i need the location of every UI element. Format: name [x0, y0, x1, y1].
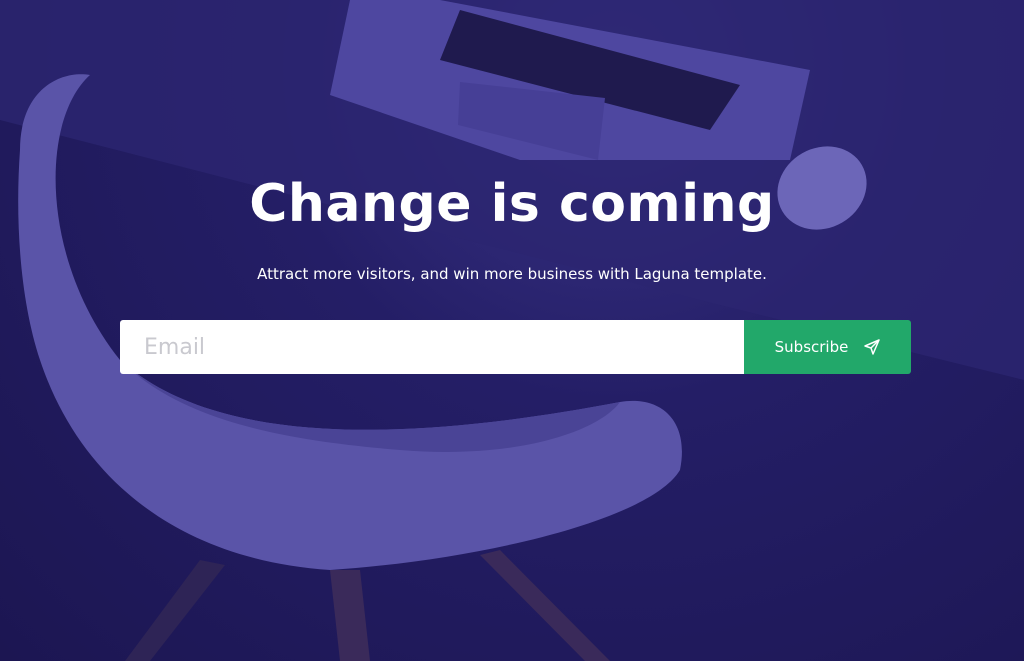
subscribe-label: Subscribe	[774, 338, 849, 356]
page-title: Change is coming	[249, 174, 775, 234]
subscribe-form: Subscribe	[120, 320, 911, 374]
email-input[interactable]	[120, 320, 744, 374]
hero-section: Change is coming Attract more visitors, …	[0, 0, 1024, 661]
page-subtitle: Attract more visitors, and win more busi…	[257, 265, 767, 283]
send-icon	[864, 339, 881, 355]
subscribe-button[interactable]: Subscribe	[744, 320, 911, 374]
hero-content: Change is coming Attract more visitors, …	[0, 0, 1024, 661]
